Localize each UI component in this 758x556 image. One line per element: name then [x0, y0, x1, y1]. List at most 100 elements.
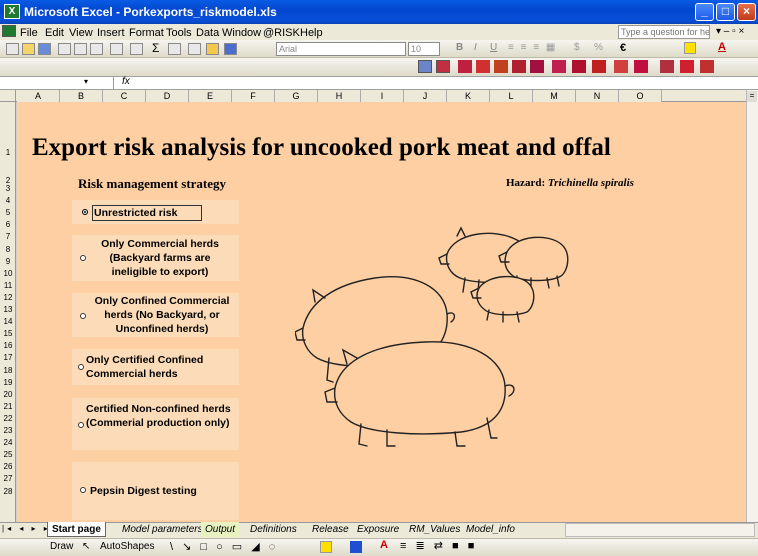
menu-format[interactable]: Format [129, 27, 164, 39]
menu-view[interactable]: View [69, 27, 93, 39]
row-header-17[interactable]: 17 [0, 353, 16, 362]
row-header-21[interactable]: 21 [0, 402, 16, 411]
menu-tools[interactable]: Tools [166, 27, 192, 39]
radio-button[interactable] [80, 255, 86, 261]
row-header-23[interactable]: 23 [0, 426, 16, 435]
tab-model-info[interactable]: Model_info [462, 522, 519, 537]
row-header-10[interactable]: 10 [0, 269, 16, 278]
euro-icon[interactable]: € [620, 42, 626, 54]
row-header-16[interactable]: 16 [0, 341, 16, 350]
radio-button[interactable] [78, 364, 84, 370]
line-style-icons[interactable]: ≡ ≣ ⇄ ■ ■ [400, 539, 477, 552]
tab-output[interactable]: Output [201, 522, 240, 537]
menu-risk[interactable]: @RISK [263, 27, 300, 39]
column-header-i[interactable]: I [361, 90, 404, 102]
split-box-icon[interactable]: = [747, 91, 757, 102]
row-header-28[interactable]: 28 [0, 487, 16, 496]
help-search-input[interactable] [618, 25, 710, 39]
cut-icon[interactable] [58, 43, 71, 55]
column-header-c[interactable]: C [103, 90, 146, 102]
risk-settings-icon[interactable] [512, 60, 526, 73]
tab-rm-values[interactable]: RM_Values [405, 522, 464, 537]
select-objects-icon[interactable]: ↖ [82, 541, 90, 552]
doc-window-controls[interactable]: ▾ ‒ ▫ × [716, 26, 744, 37]
risk-graph-icon[interactable] [476, 60, 490, 73]
risk-define-icon[interactable] [418, 60, 432, 73]
risk-stop-icon[interactable] [700, 60, 714, 73]
column-header-j[interactable]: J [404, 90, 447, 102]
paste-icon[interactable] [90, 43, 103, 55]
radio-button[interactable] [82, 209, 88, 215]
option-commercial[interactable]: Only Commercial herds (Backyard farms ar… [72, 235, 239, 281]
row-header-6[interactable]: 6 [0, 220, 16, 229]
option-confined[interactable]: Only Confined Commercial herds (No Backy… [72, 293, 239, 337]
font-size-combo[interactable]: 10 [408, 42, 440, 56]
column-header-f[interactable]: F [232, 90, 275, 102]
column-header-e[interactable]: E [189, 90, 232, 102]
font-combo[interactable]: Arial [276, 42, 406, 56]
risk-stats-icon[interactable] [572, 60, 586, 73]
draw-menu[interactable]: Draw [50, 541, 73, 552]
chart-wizard-icon[interactable] [188, 43, 201, 55]
radio-button[interactable] [80, 487, 86, 493]
menu-data[interactable]: Data [196, 27, 219, 39]
row-header-20[interactable]: 20 [0, 390, 16, 399]
row-header-24[interactable]: 24 [0, 438, 16, 447]
column-header-g[interactable]: G [275, 90, 318, 102]
row-header-25[interactable]: 25 [0, 450, 16, 459]
tab-definitions[interactable]: Definitions [246, 522, 301, 537]
vertical-scrollbar[interactable] [746, 90, 758, 522]
close-button[interactable]: × [737, 3, 756, 21]
horizontal-scrollbar[interactable] [565, 523, 755, 537]
risk-summary-icon[interactable] [552, 60, 566, 73]
tab-model-parameters[interactable]: Model parameters [118, 522, 207, 537]
zoom-icon[interactable] [224, 43, 237, 55]
risk-scatter-icon[interactable] [634, 60, 648, 73]
row-header-7[interactable]: 7 [0, 232, 16, 241]
copy-icon[interactable] [74, 43, 87, 55]
row-header-27[interactable]: 27 [0, 474, 16, 483]
bold-button[interactable]: B [456, 42, 463, 53]
row-header-8[interactable]: 8 [0, 245, 16, 254]
column-header-d[interactable]: D [146, 90, 189, 102]
minimize-button[interactable]: _ [695, 3, 714, 21]
option-unrestricted[interactable]: Unrestricted risk [72, 200, 239, 224]
menu-window[interactable]: Window [222, 27, 261, 39]
autosum-icon[interactable]: Σ [152, 41, 159, 55]
risk-report-icon[interactable] [592, 60, 606, 73]
redo-icon[interactable] [130, 43, 143, 55]
tab-release[interactable]: Release [308, 522, 353, 537]
underline-button[interactable]: U [490, 42, 497, 53]
tab-start-page[interactable]: Start page [47, 522, 106, 537]
option-non-confined[interactable]: Certified Non-confined herds (Commerial … [72, 398, 239, 450]
menu-help[interactable]: Help [300, 27, 323, 39]
column-header-n[interactable]: N [576, 90, 619, 102]
undo-icon[interactable] [110, 43, 123, 55]
row-header-12[interactable]: 12 [0, 293, 16, 302]
risk-output-icon[interactable] [436, 60, 450, 73]
column-header-o[interactable]: O [619, 90, 662, 102]
draw-fill-color-icon[interactable] [320, 541, 332, 553]
align-icons[interactable]: ≡ ≡ ≡ ▦ [508, 42, 557, 53]
draw-font-color-icon[interactable]: A [380, 539, 388, 551]
row-header-14[interactable]: 14 [0, 317, 16, 326]
autoshapes-menu[interactable]: AutoShapes [100, 541, 155, 552]
column-header-l[interactable]: L [490, 90, 533, 102]
menu-edit[interactable]: Edit [45, 27, 64, 39]
maximize-button[interactable]: □ [716, 3, 735, 21]
option-pepsin[interactable]: Pepsin Digest testing [72, 462, 239, 520]
column-header-h[interactable]: H [318, 90, 361, 102]
name-box-dropdown-icon[interactable]: ▾ [84, 77, 88, 86]
column-header-b[interactable]: B [60, 90, 103, 102]
radio-button[interactable] [78, 422, 84, 428]
italic-button[interactable]: I [474, 42, 477, 53]
drawing-icon[interactable] [206, 43, 219, 55]
row-header-3[interactable]: 3 [0, 184, 16, 193]
row-header-5[interactable]: 5 [0, 208, 16, 217]
open-icon[interactable] [22, 43, 35, 55]
option-certified-confined[interactable]: Only Certified Confined Commercial herds [72, 349, 239, 385]
row-header-13[interactable]: 13 [0, 305, 16, 314]
risk-chart-icon[interactable] [458, 60, 472, 73]
new-icon[interactable] [6, 43, 19, 55]
sort-icon[interactable] [168, 43, 181, 55]
